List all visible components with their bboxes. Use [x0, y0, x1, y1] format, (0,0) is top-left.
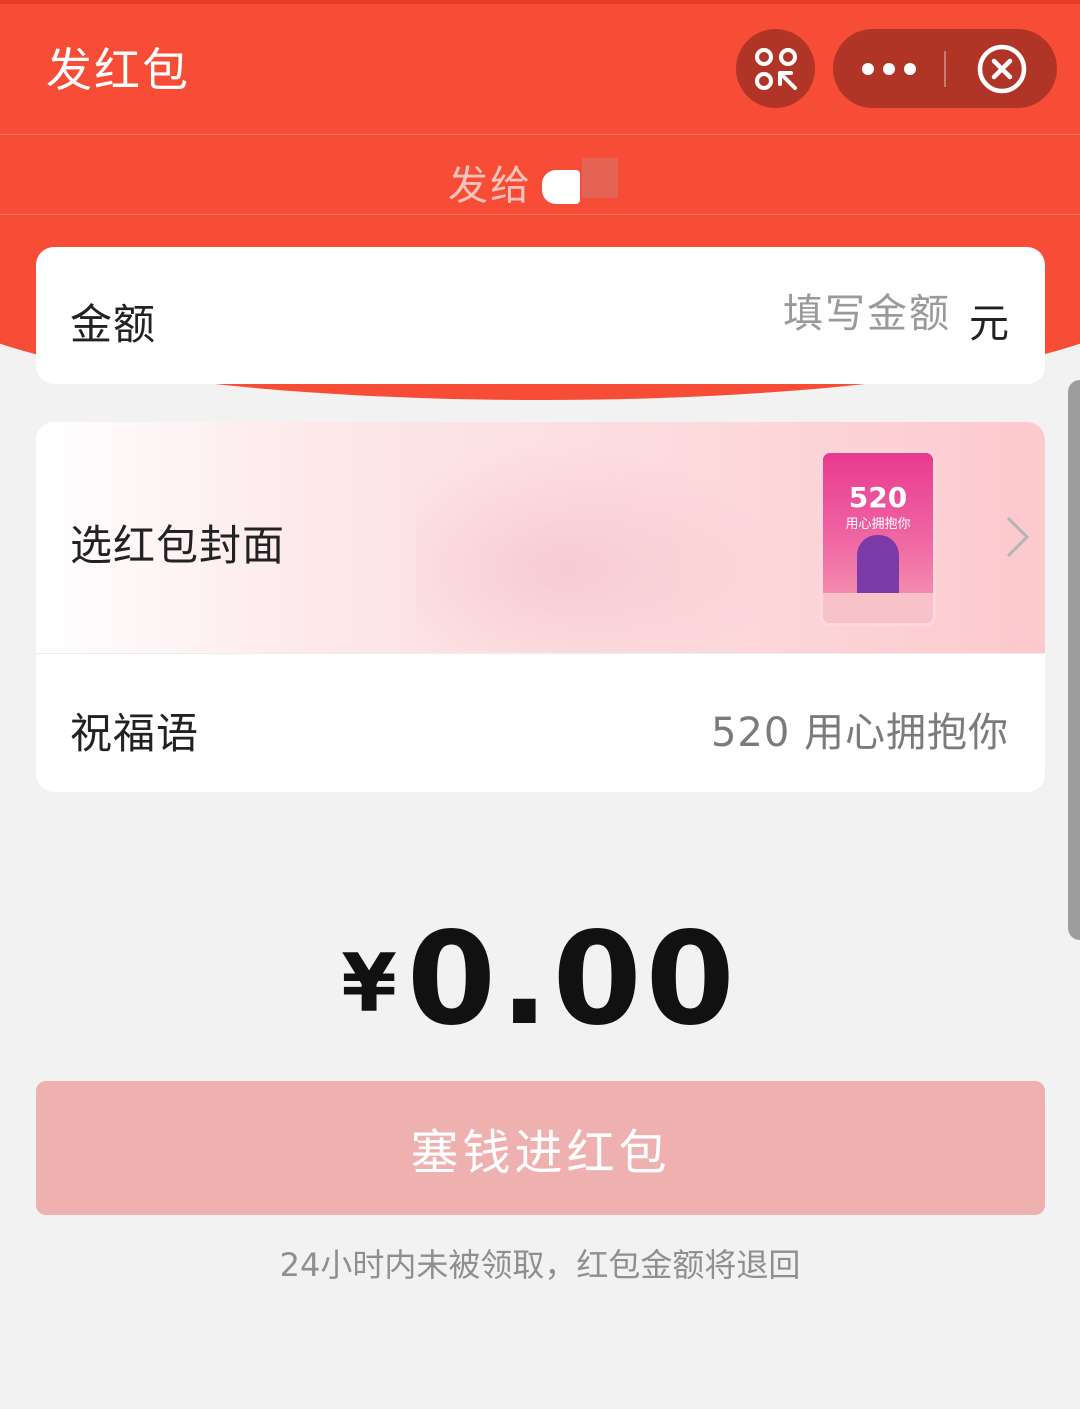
- amount-label: 金额: [70, 300, 157, 349]
- amount-unit: 元: [969, 301, 1009, 347]
- red-packet-page: 发红包 发给 金额 填写金额 元 选红包封面 520 用心拥抱你 祝福语 520…: [0, 0, 1080, 1409]
- scan-button[interactable]: [736, 29, 815, 108]
- page-title: 发红包: [46, 43, 190, 97]
- blessing-input[interactable]: 520 用心拥抱你: [711, 700, 1009, 758]
- blessing-label: 祝福语: [70, 709, 200, 758]
- more-button[interactable]: [833, 29, 944, 108]
- close-button[interactable]: [946, 29, 1057, 108]
- cover-thumbnail[interactable]: 520 用心拥抱你: [820, 450, 936, 626]
- scroll-indicator[interactable]: [1068, 380, 1080, 940]
- more-icon: [861, 62, 916, 75]
- put-money-button[interactable]: 塞钱进红包: [36, 1081, 1045, 1215]
- mini-program-capsule: [833, 29, 1057, 108]
- total-amount: ¥0.00: [0, 905, 1080, 1054]
- refund-notice: 24小时内未被领取，红包金额将退回: [279, 1246, 801, 1284]
- cover-label: 选红包封面: [70, 521, 286, 570]
- header-divider-bottom: [0, 214, 1080, 215]
- currency-symbol: ¥: [341, 937, 397, 1030]
- scan-icon: [754, 47, 797, 90]
- send-to-label: 发给: [448, 163, 532, 209]
- total-value: 0.00: [406, 905, 739, 1054]
- recipient: 发给: [448, 152, 622, 212]
- status-rule: [0, 0, 1080, 4]
- recipient-avatar: [542, 158, 622, 206]
- cover-thumb-subtitle: 用心拥抱你: [845, 517, 911, 532]
- close-icon: [977, 44, 1026, 93]
- amount-input[interactable]: [651, 291, 951, 337]
- row-divider: [36, 653, 1045, 654]
- amount-card: 金额 元: [36, 247, 1045, 384]
- cover-petals: [823, 593, 933, 623]
- cover-blessing-card: 选红包封面 520 用心拥抱你 祝福语 520 用心拥抱你: [36, 422, 1045, 792]
- cover-thumb-title: 520: [848, 481, 908, 514]
- cover-background-illustration: [416, 442, 776, 652]
- cover-selector-row[interactable]: 选红包封面 520 用心拥抱你: [36, 422, 1045, 653]
- chevron-right-icon: [1006, 516, 1030, 558]
- header-divider: [0, 134, 1080, 135]
